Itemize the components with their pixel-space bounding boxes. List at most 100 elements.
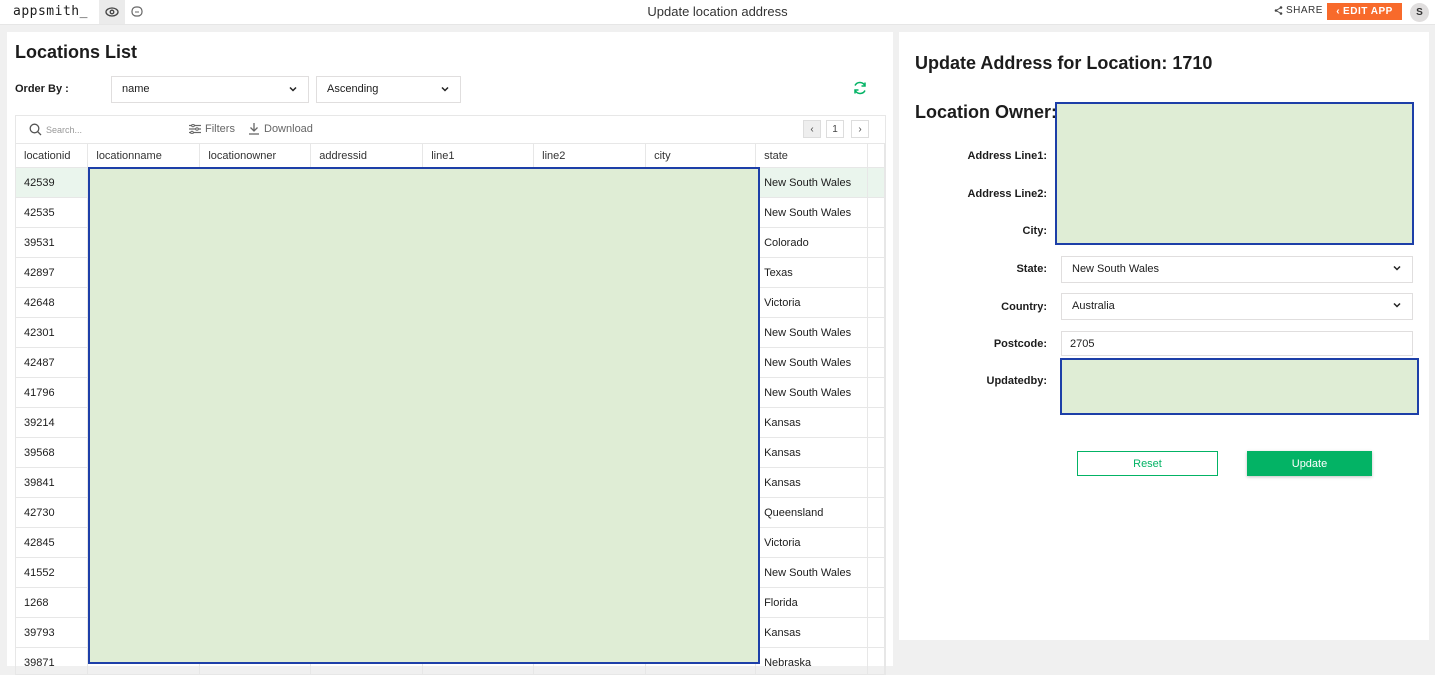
cell-locationid: 42897 — [16, 258, 89, 287]
table-cell — [868, 588, 885, 617]
update-address-form: Update Address for Location: 1710 Locati… — [899, 32, 1429, 640]
table-search-input[interactable]: Search... — [46, 125, 82, 135]
filters-button[interactable]: Filters — [189, 123, 235, 135]
column-header[interactable]: addressid — [311, 144, 424, 167]
cell-state: Kansas — [756, 468, 868, 497]
list-title: Locations List — [15, 42, 138, 62]
view-mode-button[interactable] — [99, 0, 125, 24]
address-line1-label: Address Line1: — [967, 150, 1047, 162]
column-header[interactable]: line1 — [423, 144, 535, 167]
table-cell — [868, 528, 885, 557]
comment-mode-button[interactable] — [127, 0, 147, 24]
share-label: SHARE — [1286, 5, 1323, 16]
filters-label: Filters — [205, 123, 235, 135]
country-select[interactable]: Australia — [1061, 293, 1413, 320]
column-header-spacer — [868, 144, 885, 167]
redacted-region — [88, 167, 760, 664]
column-header[interactable]: city — [646, 144, 757, 167]
order-field-select[interactable]: name — [111, 76, 309, 103]
column-header[interactable]: locationowner — [200, 144, 312, 167]
chevron-down-icon — [441, 86, 449, 92]
cell-locationid: 39531 — [16, 228, 89, 257]
table-cell — [868, 648, 885, 674]
cell-state: Victoria — [756, 528, 868, 557]
chevron-down-icon — [289, 86, 297, 92]
filter-icon — [189, 124, 201, 134]
edit-app-button[interactable]: ‹ EDIT APP — [1327, 3, 1402, 20]
refresh-button[interactable] — [852, 80, 868, 96]
order-direction-select[interactable]: Ascending — [316, 76, 461, 103]
cell-locationid: 39568 — [16, 438, 89, 467]
cell-locationid: 39214 — [16, 408, 89, 437]
postcode-input[interactable]: 2705 — [1061, 331, 1413, 356]
column-header[interactable]: state — [756, 144, 868, 167]
cell-state: New South Wales — [756, 318, 868, 347]
cell-locationid: 42845 — [16, 528, 89, 557]
next-page-button[interactable]: › — [851, 120, 869, 138]
table-cell — [868, 618, 885, 647]
chevron-down-icon — [1393, 265, 1401, 271]
chevron-right-icon: › — [858, 123, 862, 135]
cell-state: New South Wales — [756, 558, 868, 587]
table-cell — [868, 258, 885, 287]
form-title: Update Address for Location: 1710 — [915, 53, 1213, 73]
cell-state: Colorado — [756, 228, 868, 257]
cell-state: New South Wales — [756, 198, 868, 227]
cell-locationid: 42301 — [16, 318, 89, 347]
search-icon — [29, 123, 42, 136]
comment-icon — [131, 6, 143, 17]
avatar[interactable]: S — [1410, 3, 1429, 22]
eye-icon — [105, 7, 119, 17]
cell-locationid: 39793 — [16, 618, 89, 647]
cell-state: Kansas — [756, 618, 868, 647]
state-label: State: — [1016, 263, 1047, 275]
table-cell — [868, 318, 885, 347]
table-cell — [868, 198, 885, 227]
column-header[interactable]: locationid — [16, 144, 89, 167]
update-button[interactable]: Update — [1247, 451, 1372, 476]
cell-state: Kansas — [756, 408, 868, 437]
edit-app-label: EDIT APP — [1343, 6, 1393, 17]
cell-locationid: 42487 — [16, 348, 89, 377]
address-line2-label: Address Line2: — [967, 188, 1047, 200]
cell-locationid: 41796 — [16, 378, 89, 407]
table-cell — [868, 498, 885, 527]
cell-locationid: 1268 — [16, 588, 89, 617]
column-header[interactable]: line2 — [534, 144, 647, 167]
cell-locationid: 42535 — [16, 198, 89, 227]
table-cell — [868, 558, 885, 587]
chevron-left-icon: ‹ — [810, 123, 814, 135]
table-cell — [868, 468, 885, 497]
table-cell — [868, 348, 885, 377]
cell-state: Kansas — [756, 438, 868, 467]
cell-state: Nebraska — [756, 648, 868, 674]
share-button[interactable]: SHARE — [1274, 5, 1323, 16]
column-header[interactable]: locationname — [88, 144, 201, 167]
cell-state: New South Wales — [756, 348, 868, 377]
table-cell — [868, 288, 885, 317]
location-owner-label: Location Owner: — [915, 102, 1058, 122]
cell-state: New South Wales — [756, 168, 868, 197]
cell-state: New South Wales — [756, 378, 868, 407]
table-cell — [868, 168, 885, 197]
order-direction-value: Ascending — [327, 83, 379, 95]
table-cell — [868, 228, 885, 257]
redacted-region — [1060, 358, 1419, 415]
chevron-down-icon — [1393, 302, 1401, 308]
state-select[interactable]: New South Wales — [1061, 256, 1413, 283]
app-title: Update location address — [647, 4, 788, 19]
appsmith-logo: appsmith_ — [13, 4, 88, 19]
chevron-left-icon: ‹ — [1336, 6, 1341, 17]
download-label: Download — [264, 123, 313, 135]
cell-state: Florida — [756, 588, 868, 617]
refresh-icon — [854, 81, 866, 95]
cell-locationid: 41552 — [16, 558, 89, 587]
prev-page-button[interactable]: ‹ — [803, 120, 821, 138]
country-label: Country: — [1001, 301, 1047, 313]
download-button[interactable]: Download — [248, 123, 313, 135]
reset-button[interactable]: Reset — [1077, 451, 1218, 476]
cell-locationid: 42730 — [16, 498, 89, 527]
table-toolbar: Search... Filters Download ‹ 1 › — [16, 116, 885, 144]
cell-locationid: 39871 — [16, 648, 89, 674]
postcode-label: Postcode: — [993, 338, 1047, 350]
